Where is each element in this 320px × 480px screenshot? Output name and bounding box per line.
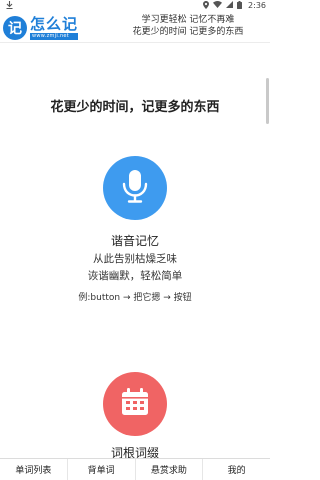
status-time: 2:36 [248, 1, 266, 10]
slogan-line-2: 花更少的时间 记更多的东西 [132, 27, 244, 37]
app-logo[interactable]: 记 怎么记 www.zmji.net [3, 15, 103, 41]
voice-memory-button[interactable] [103, 156, 167, 220]
logo-url: www.zmji.net [30, 32, 79, 40]
wifi-icon [213, 0, 223, 10]
app-header: 记 怎么记 www.zmji.net 学习更轻松 记忆不再难 花更少的时间 记更… [0, 11, 270, 43]
location-icon [203, 0, 210, 11]
status-bar: 2:36 [0, 0, 270, 11]
microphone-icon [120, 169, 150, 207]
content-scrollbar[interactable] [266, 78, 269, 124]
voice-desc-2: 诙谐幽默，轻松简单 [87, 270, 183, 282]
signal-icon [226, 1, 234, 10]
header-slogan: 学习更轻松 记忆不再难 花更少的时间 记更多的东西 [112, 14, 264, 38]
root-affix-button[interactable] [103, 372, 167, 436]
logo-title: 怎么记 [30, 14, 79, 33]
bottom-nav: 单词列表 背单词 悬赏求助 我的 [0, 458, 270, 480]
voice-example: 例:button → 把它摁 → 按钮 [78, 293, 192, 303]
root-affix-title[interactable]: 词根词缀 [0, 444, 270, 458]
battery-icon [237, 0, 243, 11]
nav-bounty-help[interactable]: 悬赏求助 [136, 459, 204, 480]
voice-desc-1: 从此告别枯燥乏味 [93, 253, 177, 265]
nav-word-list[interactable]: 单词列表 [0, 459, 68, 480]
main-content[interactable]: 花更少的时间，记更多的东西 谐音记忆 从此告别枯燥乏味 诙谐幽默，轻松简单 例:… [0, 44, 270, 458]
slogan-line-1: 学习更轻松 记忆不再难 [141, 15, 235, 25]
nav-mine[interactable]: 我的 [203, 459, 270, 480]
logo-mark: 记 [3, 16, 27, 40]
calendar-icon [120, 387, 150, 421]
voice-memory-title[interactable]: 谐音记忆 [0, 232, 270, 249]
page-headline: 花更少的时间，记更多的东西 [50, 100, 220, 115]
download-icon [6, 0, 13, 11]
nav-memorize-words[interactable]: 背单词 [68, 459, 136, 480]
